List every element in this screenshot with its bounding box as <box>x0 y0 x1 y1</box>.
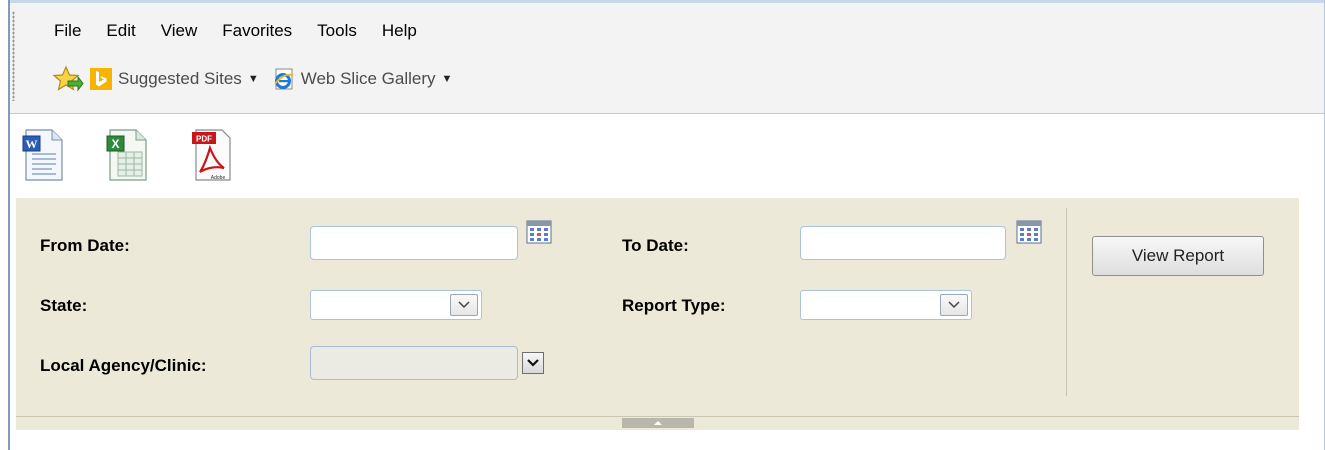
menu-favorites[interactable]: Favorites <box>222 21 305 41</box>
browser-toolbar: File Edit View Favorites Tools Help Sugg… <box>10 3 1324 114</box>
chevron-up-icon <box>654 421 662 425</box>
collapse-panel-handle[interactable] <box>622 418 694 428</box>
web-slice-ie-icon <box>273 68 293 90</box>
state-select[interactable] <box>310 290 482 320</box>
report-type-select[interactable] <box>800 290 972 320</box>
adobe-label: Adobe <box>211 175 226 181</box>
chevron-down-icon <box>458 301 470 309</box>
panel-bottom-border <box>16 416 1299 417</box>
excel-export-icon[interactable]: X <box>106 128 148 182</box>
web-slice-gallery-link[interactable]: Web Slice Gallery ▼ <box>301 69 467 89</box>
web-slice-gallery-label: Web Slice Gallery <box>300 69 436 88</box>
pdf-badge-text: PDF <box>196 135 212 144</box>
chevron-down-icon <box>527 359 539 367</box>
export-toolbar: W X PDF Adobe <box>22 128 274 182</box>
report-parameters-panel: From Date: To Date: State: Report Type: <box>16 198 1299 430</box>
suggested-sites-link[interactable]: Suggested Sites ▼ <box>118 69 273 89</box>
panel-divider <box>1066 208 1067 396</box>
report-type-dropdown-button[interactable] <box>940 294 968 316</box>
menu-help[interactable]: Help <box>382 21 430 41</box>
view-report-button[interactable]: View Report <box>1092 236 1264 276</box>
state-dropdown-button[interactable] <box>450 294 478 316</box>
chevron-down-icon <box>948 301 960 309</box>
to-date-calendar-icon[interactable] <box>1016 220 1042 244</box>
toolbar-grip[interactable] <box>12 11 15 101</box>
menu-bar: File Edit View Favorites Tools Help <box>54 21 442 41</box>
add-favorite-star-icon[interactable] <box>52 65 84 93</box>
chevron-down-icon[interactable]: ▼ <box>442 73 453 85</box>
suggested-sites-label: Suggested Sites <box>118 69 242 88</box>
to-date-label: To Date: <box>622 236 689 255</box>
from-date-input[interactable] <box>310 226 518 260</box>
chevron-down-icon[interactable]: ▼ <box>248 73 259 85</box>
menu-tools[interactable]: Tools <box>317 21 370 41</box>
state-label: State: <box>40 296 88 315</box>
local-agency-dropdown-button[interactable] <box>522 352 544 374</box>
svg-text:X: X <box>111 137 119 151</box>
from-date-label: From Date: <box>40 236 130 255</box>
to-date-input[interactable] <box>800 226 1006 260</box>
from-date-calendar-icon[interactable] <box>526 220 552 244</box>
local-agency-label: Local Agency/Clinic: <box>40 356 207 375</box>
word-export-icon[interactable]: W <box>22 128 64 182</box>
favorites-bar: Suggested Sites ▼ Web Slice Gallery ▼ <box>52 65 466 93</box>
pdf-export-icon[interactable]: PDF Adobe <box>190 128 232 182</box>
menu-view[interactable]: View <box>161 21 211 41</box>
local-agency-input <box>310 346 518 380</box>
menu-edit[interactable]: Edit <box>106 21 148 41</box>
menu-file[interactable]: File <box>54 21 94 41</box>
report-type-label: Report Type: <box>622 296 726 315</box>
svg-text:W: W <box>26 137 38 151</box>
bing-icon <box>90 68 112 90</box>
